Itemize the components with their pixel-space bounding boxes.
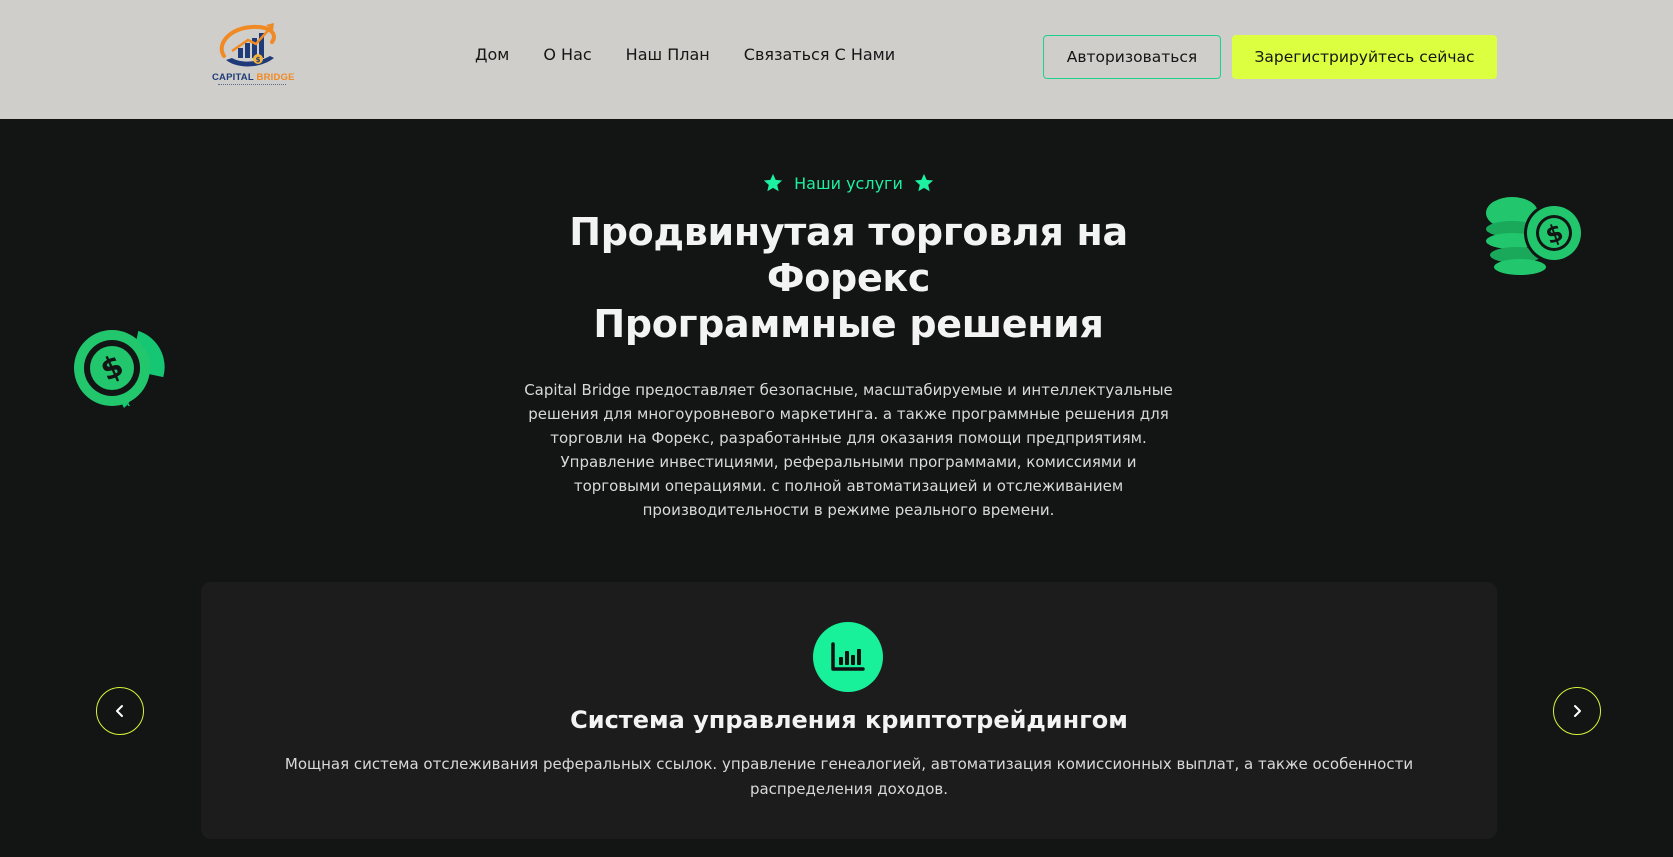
logo-word-bridge: BRIDGE — [256, 72, 295, 83]
slider-prev-button[interactable] — [96, 687, 144, 735]
login-button[interactable]: Авторизоваться — [1043, 35, 1221, 79]
star-icon — [914, 173, 934, 192]
bar-chart-icon — [813, 622, 883, 692]
coin-stack-icon: $ — [1486, 197, 1584, 275]
svg-text:$: $ — [256, 56, 261, 64]
service-card-title: Система управления криптотрейдингом — [570, 706, 1128, 734]
capital-bridge-logo[interactable]: $ CAPITAL BRIDGE — [212, 18, 295, 90]
hero-title-line: Продвинутая торговля на — [569, 210, 1128, 254]
slider-next-button[interactable] — [1553, 687, 1601, 735]
nav-our-plan[interactable]: Наш План — [626, 45, 710, 64]
logo-graphic: $ — [219, 23, 276, 67]
hero-description: Capital Bridge предоставляет безопасные,… — [524, 381, 1173, 519]
logo-wordmark: CAPITAL BRIDGE — [212, 72, 295, 83]
nav-home[interactable]: Дом — [475, 45, 509, 64]
register-button[interactable]: Зарегистрируйтесь сейчас — [1232, 35, 1497, 79]
nav-contact[interactable]: Связаться С Нами — [744, 45, 895, 64]
site-header: $ CAPITAL BRIDGE Дом О Нас Наш План Связ… — [0, 0, 1673, 119]
logo-tagline-rule — [218, 84, 286, 86]
section-eyebrow: Наши услуги — [0, 172, 1673, 194]
hero-title: Продвинутая торговля на Форекс Программн… — [536, 209, 1161, 347]
dollar-coin-icon: $ — [74, 330, 165, 408]
service-card: Система управления криптотрейдингом Мощн… — [201, 582, 1497, 839]
eyebrow-label: Наши услуги — [794, 173, 903, 193]
service-card-description: Мощная система отслеживания реферальных … — [284, 755, 1414, 798]
logo-word-capital: CAPITAL — [212, 72, 254, 83]
chevron-right-icon — [1574, 705, 1581, 717]
hero-title-line: Программные решения — [593, 302, 1104, 346]
main-nav: Дом О Нас Наш План Связаться С Нами — [475, 45, 895, 64]
nav-about[interactable]: О Нас — [543, 45, 591, 64]
hero-title-line: Форекс — [766, 256, 931, 300]
star-icon — [763, 173, 783, 192]
chevron-left-icon — [116, 705, 123, 717]
